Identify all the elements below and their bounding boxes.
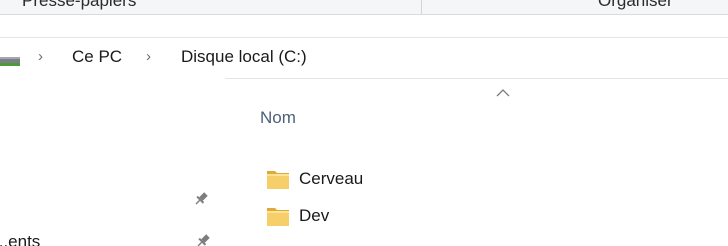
folder-name[interactable]: Dev [299,206,329,226]
pin-icon[interactable] [193,191,209,207]
breadcrumb-local-disk[interactable]: Disque local (C:) [181,47,307,67]
chevron-right-icon[interactable]: › [38,48,43,65]
folder-name[interactable]: Cerveau [299,169,363,189]
folder-icon [267,171,289,189]
list-item[interactable]: Cerveau [266,164,363,194]
ribbon-group-organize-label: Organiser [598,0,673,10]
ribbon-gap [0,15,728,36]
address-bar[interactable]: › Ce PC › Disque local (C:) [0,37,728,79]
breadcrumb-this-pc[interactable]: Ce PC [72,47,122,67]
file-explorer-window: Presse-papiers Organiser › Ce PC › Disqu… [0,0,728,246]
navigation-pane: ...ents [0,78,225,246]
pin-icon[interactable] [195,233,211,246]
sort-ascending-icon [496,89,510,97]
ribbon: Presse-papiers Organiser [0,0,728,15]
folder-icon [267,208,289,226]
column-header-name[interactable]: Nom [260,108,296,128]
drive-icon[interactable] [0,48,26,70]
ribbon-group-clipboard-label: Presse-papiers [22,0,137,10]
list-item[interactable]: Dev [266,201,329,231]
nav-item-documents[interactable]: ...ents [0,232,40,246]
ribbon-separator [421,0,422,14]
chevron-right-icon[interactable]: › [146,48,151,65]
file-list: Nom Cerveau Dev [226,78,728,246]
